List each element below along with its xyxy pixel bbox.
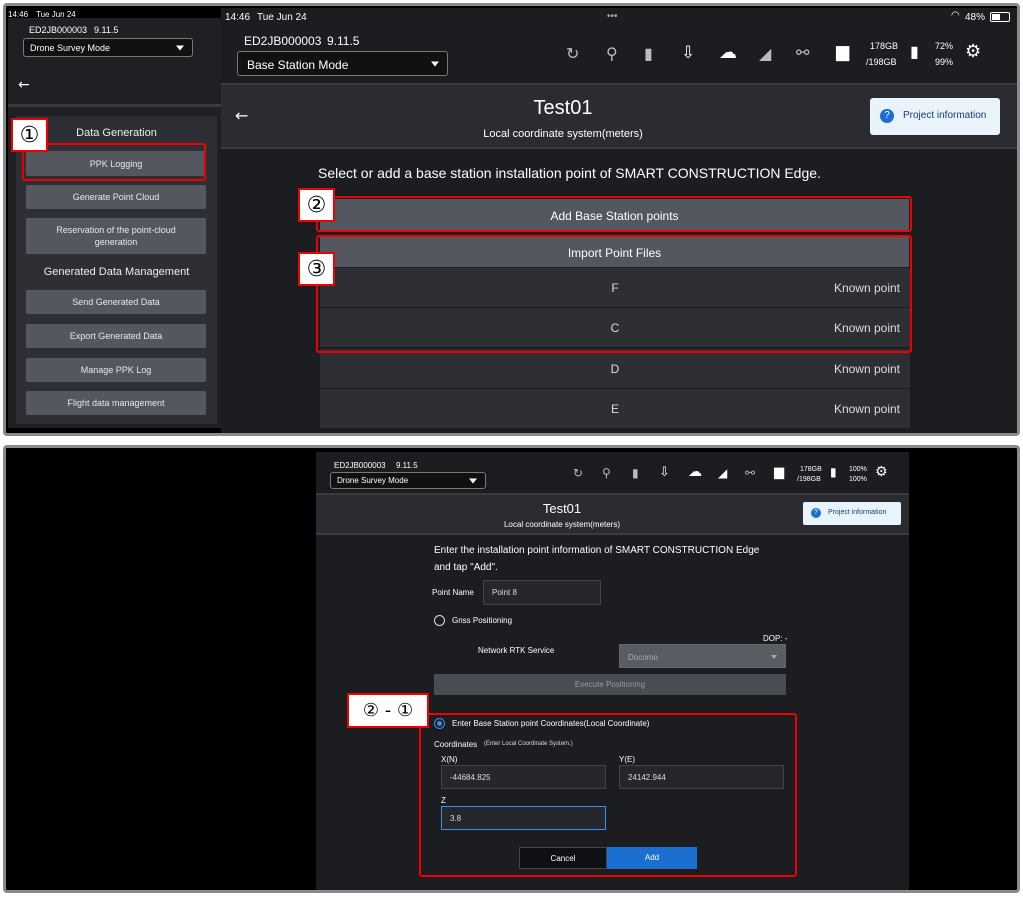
bottom-mode-select[interactable]: Drone Survey Mode bbox=[330, 472, 486, 489]
left-version: 9.11.5 bbox=[94, 25, 119, 35]
callout-2-1: ② - ① bbox=[347, 693, 429, 728]
execute-positioning-button[interactable]: Execute Positioning bbox=[434, 674, 786, 695]
highlight-ppk-logging bbox=[22, 143, 206, 181]
project-info-button[interactable]: ? Project information bbox=[870, 98, 1000, 135]
pct-top: 72% bbox=[935, 41, 954, 51]
flight-data-button[interactable]: Flight data management bbox=[26, 391, 206, 415]
folder-icon[interactable]: ▆ bbox=[836, 42, 849, 62]
wifi-icon: ◠ bbox=[951, 10, 960, 21]
generate-point-cloud-button[interactable]: Generate Point Cloud bbox=[26, 185, 206, 209]
gear-icon[interactable]: ⚙ bbox=[965, 41, 981, 62]
bottom-project-info-label: Project information bbox=[828, 509, 887, 516]
project-info-label: Project information bbox=[903, 110, 987, 121]
form-instruction-1: Enter the installation point information… bbox=[434, 545, 760, 556]
gear-icon[interactable]: ⚙ bbox=[875, 464, 888, 480]
cloud-icon: ☁ bbox=[688, 464, 702, 480]
device-id: ED2JB000003 bbox=[244, 34, 322, 48]
highlight-add-points bbox=[316, 196, 912, 232]
bottom-storage-top: 178GB bbox=[800, 466, 822, 473]
bottom-version: 9.11.5 bbox=[396, 461, 418, 470]
send-generated-data-button[interactable]: Send Generated Data bbox=[26, 290, 206, 314]
export-generated-data-button[interactable]: Export Generated Data bbox=[26, 324, 206, 348]
signal-icon: ◢ bbox=[759, 44, 772, 63]
usb-icon: ⚲ bbox=[606, 44, 618, 63]
satellite-icon: ⚯ bbox=[796, 43, 810, 62]
download-icon[interactable]: ⇩ bbox=[681, 43, 695, 63]
left-mode-select[interactable]: Drone Survey Mode bbox=[23, 38, 193, 57]
storage-bottom: /198GB bbox=[866, 57, 897, 67]
callout-3: ③ bbox=[298, 252, 335, 286]
version: 9.11.5 bbox=[327, 34, 360, 48]
download-icon[interactable]: ⇩ bbox=[659, 465, 670, 480]
point-name: D bbox=[610, 362, 620, 376]
point-row[interactable]: E Known point bbox=[320, 389, 910, 429]
gnss-label: Gnss Positioning bbox=[452, 616, 513, 625]
battery-icon bbox=[990, 12, 1010, 22]
rtk-select[interactable]: Docomo bbox=[619, 644, 786, 668]
point-name-input[interactable]: Point 8 bbox=[483, 580, 601, 605]
dop-value: DOP: - bbox=[763, 634, 788, 643]
callout-1: ① bbox=[11, 118, 48, 152]
battery-device-icon: ▮ bbox=[910, 42, 919, 61]
rtk-value: Docomo bbox=[628, 653, 658, 662]
bottom-pct-top: 100% bbox=[849, 466, 867, 473]
usb-icon: ⚲ bbox=[602, 466, 611, 480]
point-name-value: Point 8 bbox=[492, 588, 517, 597]
bottom-pct-bottom: 100% bbox=[849, 476, 867, 483]
bottom-mode-value: Drone Survey Mode bbox=[337, 476, 409, 485]
signal-icon: ◢ bbox=[718, 466, 728, 480]
left-divider bbox=[8, 104, 221, 107]
help-icon: ? bbox=[880, 109, 894, 123]
chevron-down-icon bbox=[469, 478, 477, 483]
help-icon: ? bbox=[811, 508, 821, 518]
section-generated-data: Generated Data Management bbox=[43, 266, 190, 278]
instruction-text: Select or add a base station installatio… bbox=[318, 165, 821, 181]
point-type: Known point bbox=[833, 402, 900, 416]
manage-ppk-log-button[interactable]: Manage PPK Log bbox=[26, 358, 206, 382]
coord-system: Local coordinate system(meters) bbox=[483, 128, 643, 140]
chevron-down-icon bbox=[431, 61, 439, 66]
project-title: Test01 bbox=[533, 97, 593, 119]
point-name-label: Point Name bbox=[432, 588, 474, 597]
bottom-project-title: Test01 bbox=[542, 501, 582, 516]
bottom-device-id: ED2JB000003 bbox=[334, 461, 386, 470]
mode-select[interactable]: Base Station Mode bbox=[237, 51, 448, 76]
point-name: E bbox=[610, 402, 619, 416]
bottom-coord-system: Local coordinate system(meters) bbox=[503, 520, 621, 529]
highlight-coords-section bbox=[419, 713, 797, 877]
folder-icon[interactable]: ▆ bbox=[774, 465, 784, 480]
chevron-down-icon bbox=[176, 45, 184, 50]
storage-top: 178GB bbox=[870, 41, 899, 51]
sd-card-icon: ▮ bbox=[632, 466, 639, 480]
chevron-down-icon bbox=[771, 655, 777, 659]
battery-pct: 48% bbox=[965, 12, 986, 23]
left-back-icon[interactable]: ← bbox=[18, 77, 30, 93]
highlight-import-files bbox=[316, 235, 912, 353]
back-icon[interactable]: ← bbox=[235, 106, 248, 125]
callout-2: ② bbox=[298, 188, 335, 222]
pct-bottom: 99% bbox=[935, 57, 954, 67]
point-row[interactable]: D Known point bbox=[320, 349, 910, 389]
form-instruction-2: and tap "Add". bbox=[434, 562, 498, 573]
rtk-label: Network RTK Service bbox=[478, 646, 555, 655]
status-time: 14:46 bbox=[225, 12, 251, 23]
point-type: Known point bbox=[833, 362, 900, 376]
more-dots-icon: ••• bbox=[607, 11, 618, 22]
left-mode-value: Drone Survey Mode bbox=[30, 43, 111, 53]
bottom-project-info-button[interactable]: ? Project information bbox=[803, 502, 901, 525]
refresh-icon: ↻ bbox=[573, 466, 584, 480]
gnss-radio[interactable] bbox=[434, 615, 445, 626]
status-date: Tue Jun 24 bbox=[257, 12, 307, 23]
sd-card-icon: ▮ bbox=[644, 44, 653, 63]
mode-value: Base Station Mode bbox=[247, 58, 349, 72]
reservation-button[interactable]: Reservation of the point-cloud generatio… bbox=[26, 218, 206, 254]
left-device-id: ED2JB000003 bbox=[29, 25, 88, 35]
refresh-icon: ↻ bbox=[566, 44, 580, 63]
battery-device-icon: ▮ bbox=[830, 465, 837, 479]
execute-positioning-label: Execute Positioning bbox=[574, 680, 646, 689]
satellite-icon: ⚯ bbox=[745, 466, 756, 480]
bottom-storage-bottom: /198GB bbox=[797, 476, 821, 483]
cloud-icon: ☁ bbox=[719, 42, 737, 63]
